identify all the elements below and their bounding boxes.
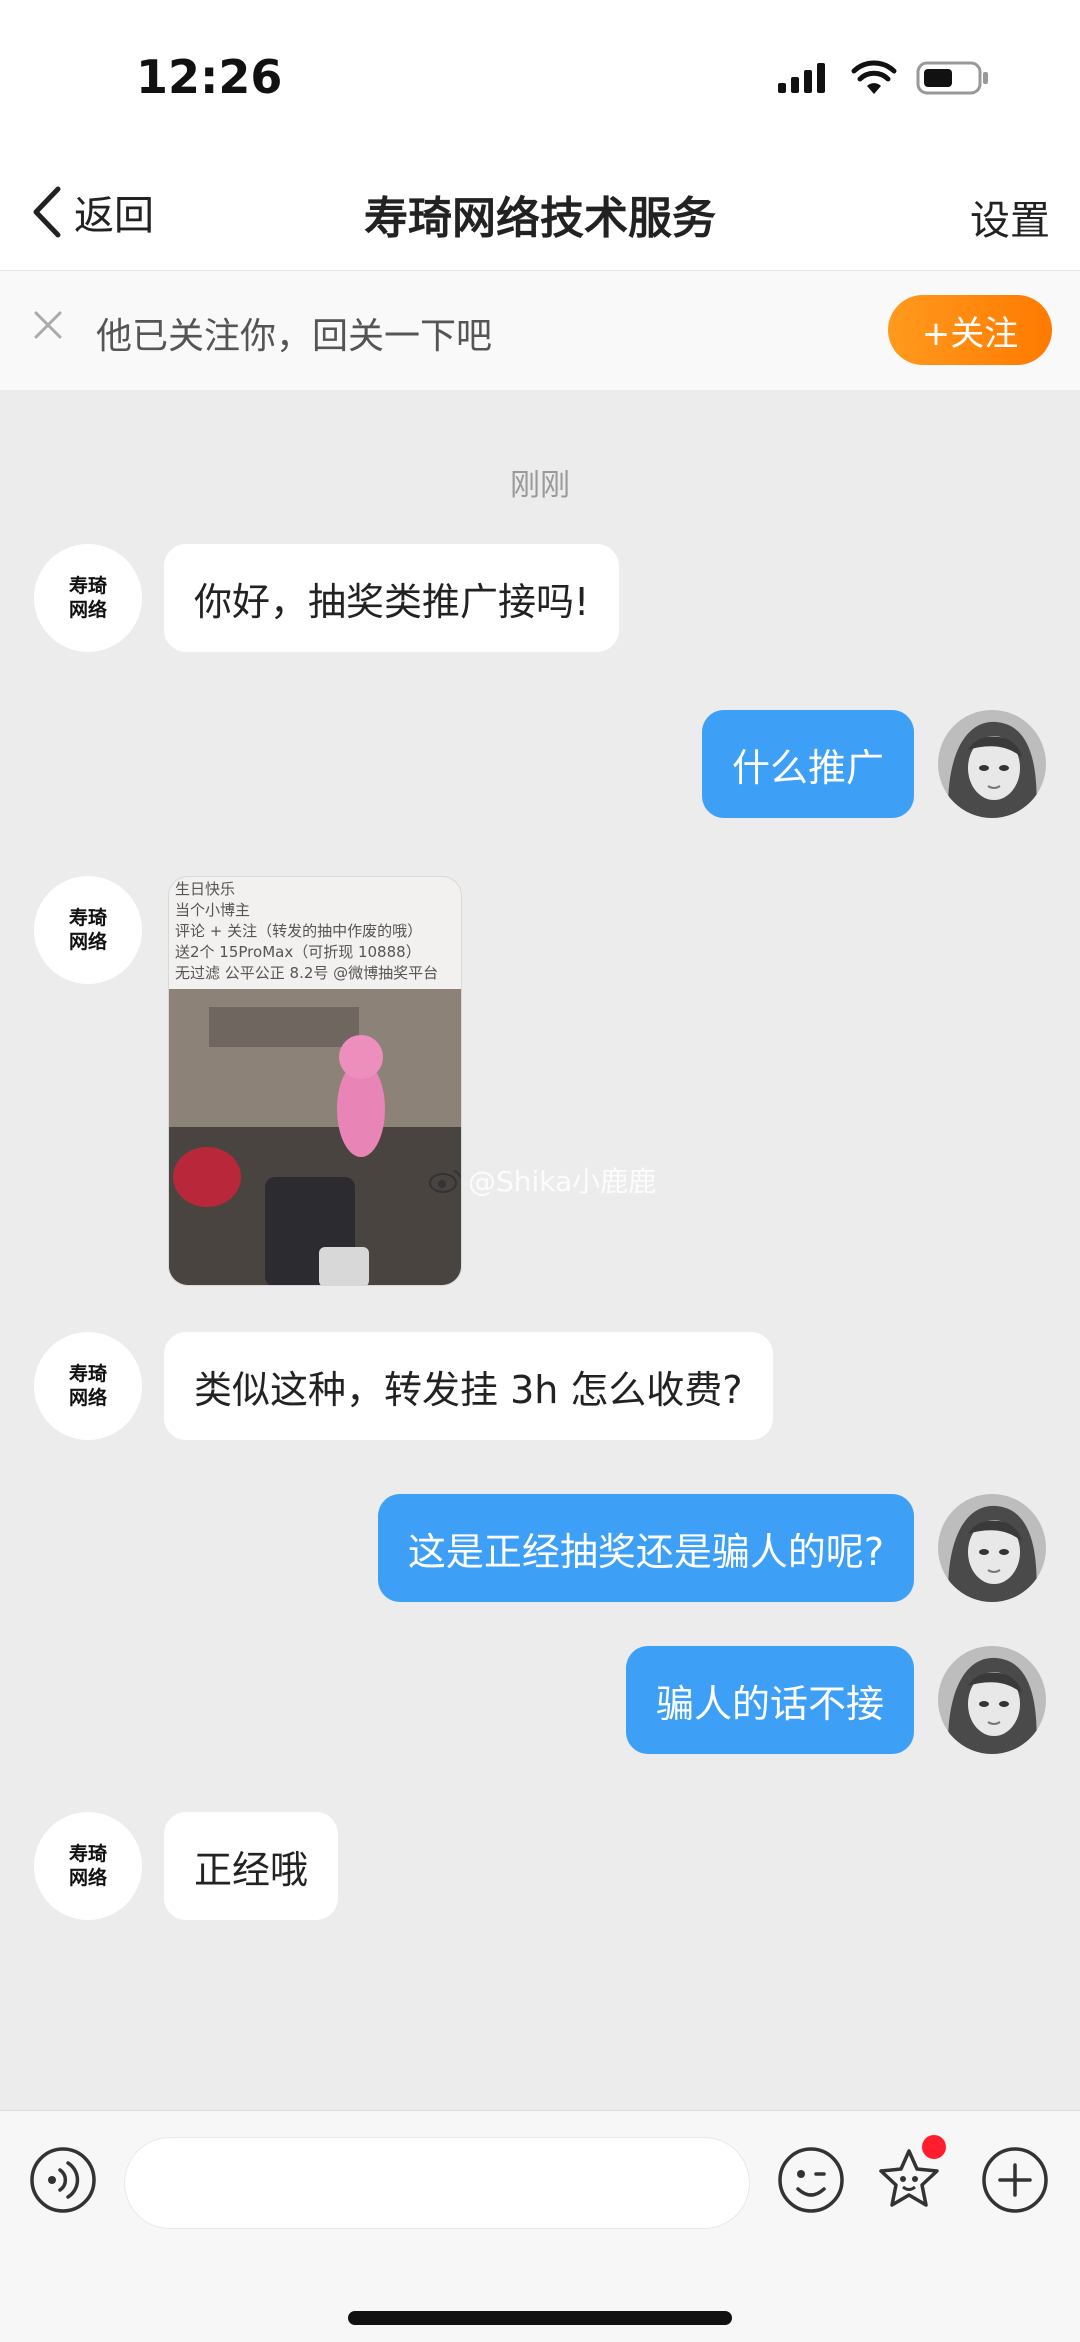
close-icon[interactable] [30, 307, 66, 343]
message-bubble-outgoing[interactable]: 骗人的话不接 [625, 1646, 914, 1754]
contact-avatar[interactable]: 寿琦 网络 [34, 544, 142, 652]
follow-prompt-text: 他已关注你，回关一下吧 [96, 316, 493, 357]
plus-icon[interactable] [980, 2145, 1050, 2215]
settings-button[interactable]: 设置 [970, 188, 1050, 246]
avatar-text: 网络 [68, 599, 107, 621]
message-bubble-incoming[interactable]: 你好，抽奖类推广接吗! [164, 544, 620, 652]
avatar-text: 网络 [68, 1387, 107, 1409]
page-title: 寿琦网络技术服务 [364, 193, 716, 244]
user-avatar-image [938, 710, 1046, 818]
user-avatar[interactable] [938, 710, 1046, 818]
input-bar [0, 2110, 1080, 2342]
cellular-signal-icon [778, 63, 825, 93]
message-bubble-incoming[interactable]: 类似这种，转发挂 3h 怎么收费? [164, 1332, 773, 1440]
user-avatar-image [938, 1494, 1046, 1602]
status-icons [776, 58, 990, 98]
message-bubble-outgoing[interactable]: 什么推广 [701, 710, 914, 818]
status-time: 12:26 [136, 50, 283, 104]
image-caption-line: 当个小博主 [175, 901, 251, 919]
navigation-bar: 返回 寿琦网络技术服务 设置 [0, 160, 1080, 270]
image-caption-text: 生日快乐 当个小博主 评论 + 关注（转发的抽中作废的哦） 送2个 15ProM… [175, 879, 459, 984]
image-watermark: @Shika小鹿鹿 [428, 1160, 656, 1200]
user-avatar[interactable] [938, 1494, 1046, 1602]
watermark-text: @Shika小鹿鹿 [468, 1165, 657, 1198]
message-bubble-incoming[interactable]: 正经哦 [164, 1812, 339, 1920]
contact-avatar[interactable]: 寿琦 网络 [34, 1812, 142, 1920]
user-avatar[interactable] [938, 1646, 1046, 1754]
sticker-button[interactable] [874, 2135, 946, 2215]
wifi-icon [851, 60, 897, 94]
message-input[interactable] [124, 2137, 750, 2229]
chat-area[interactable]: 刚刚 寿琦 网络 你好，抽奖类推广接吗! 什么推广 寿琦 网络 生日快乐 当个小… [0, 390, 1080, 2110]
image-caption-line: 送2个 15ProMax（可折现 10888） [175, 943, 421, 961]
avatar-text: 寿琦 [68, 1363, 107, 1385]
avatar-text: 网络 [68, 1867, 107, 1889]
home-indicator [348, 2311, 732, 2325]
notification-dot [922, 2135, 946, 2159]
weibo-logo-icon [429, 1170, 461, 1193]
contact-avatar[interactable]: 寿琦 网络 [34, 1332, 142, 1440]
follow-back-button[interactable]: +关注 [888, 295, 1052, 365]
timestamp-label: 刚刚 [510, 468, 570, 503]
avatar-text: 寿琦 [68, 1843, 107, 1865]
avatar-text: 网络 [68, 931, 107, 953]
battery-icon [916, 61, 988, 95]
image-caption-line: 评论 + 关注（转发的抽中作废的哦） [175, 922, 423, 940]
image-caption-line: 无过滤 公平公正 8.2号 @微博抽奖平台 [175, 964, 439, 982]
avatar-text: 寿琦 [68, 907, 107, 929]
image-message[interactable]: 生日快乐 当个小博主 评论 + 关注（转发的抽中作废的哦） 送2个 15ProM… [168, 876, 462, 1286]
avatar-text: 寿琦 [68, 575, 107, 597]
top-area: 12:26 返回 寿琦网络技术服务 设置 [0, 0, 1080, 270]
follow-prompt-bar: 他已关注你，回关一下吧 +关注 [0, 270, 1080, 390]
contact-avatar[interactable]: 寿琦 网络 [34, 876, 142, 984]
voice-icon[interactable] [28, 2145, 98, 2215]
user-avatar-image [938, 1646, 1046, 1754]
emoji-icon[interactable] [776, 2145, 846, 2215]
message-bubble-outgoing[interactable]: 这是正经抽奖还是骗人的呢? [377, 1494, 914, 1602]
image-caption-line: 生日快乐 [175, 880, 236, 898]
